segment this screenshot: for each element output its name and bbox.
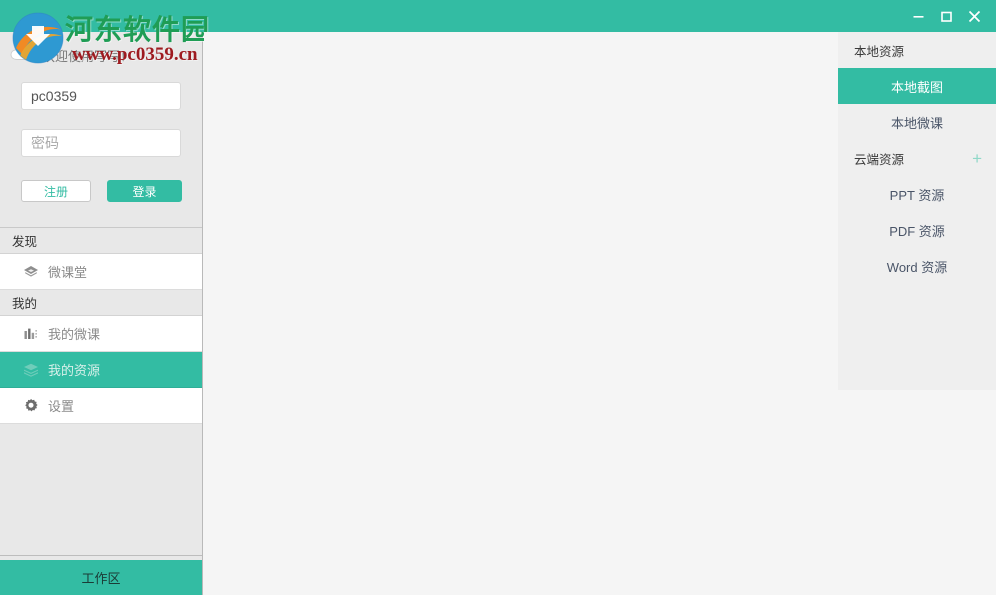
sidebar-menu: 发现 微课堂 我的 我的微课 我的资源 设置 [0, 228, 202, 556]
resource-item-pdf[interactable]: PDF 资源 [838, 212, 996, 248]
register-button[interactable]: 注册 [21, 180, 91, 202]
resource-panel: 本地资源 本地截图 本地微课 云端资源 + PPT 资源 PDF 资源 Word… [838, 32, 996, 595]
password-input[interactable]: 密码 [21, 129, 181, 157]
maximize-button[interactable] [932, 4, 960, 28]
resource-item-word[interactable]: Word 资源 [838, 248, 996, 284]
resource-group-local-label: 本地资源 [854, 44, 905, 59]
resource-item-local-screenshot-label: 本地截图 [890, 79, 943, 95]
cloud-icon [10, 43, 36, 68]
username-input[interactable]: pc0359 [21, 82, 181, 110]
resource-panel-inner: 本地资源 本地截图 本地微课 云端资源 + PPT 资源 PDF 资源 Word… [838, 32, 996, 390]
add-cloud-resource-icon[interactable]: + [972, 150, 982, 167]
window-controls [904, 0, 988, 32]
layers-icon [22, 361, 40, 379]
sidebar-empty-area [0, 424, 202, 556]
sidebar-item-weiketang-label: 微课堂 [48, 265, 88, 280]
sidebar-item-settings[interactable]: 设置 [0, 388, 202, 424]
resource-item-local-course-label: 本地微课 [890, 115, 943, 131]
workspace-label: 工作区 [81, 571, 121, 586]
login-button[interactable]: 登录 [107, 180, 182, 202]
sidebar-item-my-resources-label: 我的资源 [48, 363, 101, 378]
welcome-text: 欢迎使用写写！ [42, 48, 134, 64]
resource-item-ppt[interactable]: PPT 资源 [838, 176, 996, 212]
sidebar-group-discover: 发现 [0, 228, 202, 254]
title-bar [0, 0, 996, 32]
username-value: pc0359 [31, 88, 77, 104]
minimize-icon [913, 15, 923, 18]
close-button[interactable] [960, 4, 988, 28]
gem-icon [22, 263, 40, 281]
workspace-button[interactable]: 工作区 [0, 560, 202, 595]
register-label: 注册 [43, 184, 68, 199]
resource-group-cloud-label: 云端资源 [854, 152, 905, 167]
close-icon [968, 10, 980, 22]
sidebar-item-settings-label: 设置 [48, 399, 75, 414]
main-content-area [204, 32, 838, 595]
minimize-button[interactable] [904, 4, 932, 28]
resource-item-pdf-label: PDF 资源 [889, 223, 945, 239]
resource-group-local: 本地资源 [838, 32, 996, 68]
gear-icon [22, 397, 40, 415]
maximize-icon [940, 11, 952, 22]
resource-item-local-course[interactable]: 本地微课 [838, 104, 996, 140]
resource-item-word-label: Word 资源 [886, 259, 948, 275]
sidebar-item-weiketang[interactable]: 微课堂 [0, 254, 202, 290]
resource-item-ppt-label: PPT 资源 [889, 187, 945, 203]
resource-group-cloud: 云端资源 + [838, 140, 996, 176]
login-panel: 欢迎使用写写！ pc0359 密码 注册 登录 [0, 32, 202, 228]
bar-chart-icon [22, 325, 40, 343]
login-label: 登录 [132, 184, 157, 199]
resource-item-local-screenshot[interactable]: 本地截图 [838, 68, 996, 104]
sidebar-group-mine-label: 我的 [12, 297, 38, 311]
password-placeholder: 密码 [31, 135, 59, 151]
welcome-row: 欢迎使用写写！ [0, 32, 202, 78]
sidebar-item-my-resources[interactable]: 我的资源 [0, 352, 202, 388]
app-window: 欢迎使用写写！ pc0359 密码 注册 登录 发现 微课堂 我的 我的微课 我… [0, 0, 996, 595]
sidebar-item-my-courses-label: 我的微课 [48, 327, 101, 342]
left-sidebar: 欢迎使用写写！ pc0359 密码 注册 登录 发现 微课堂 我的 我的微课 我… [0, 32, 203, 595]
sidebar-item-my-courses[interactable]: 我的微课 [0, 316, 202, 352]
sidebar-group-discover-label: 发现 [12, 235, 38, 249]
sidebar-group-mine: 我的 [0, 290, 202, 316]
